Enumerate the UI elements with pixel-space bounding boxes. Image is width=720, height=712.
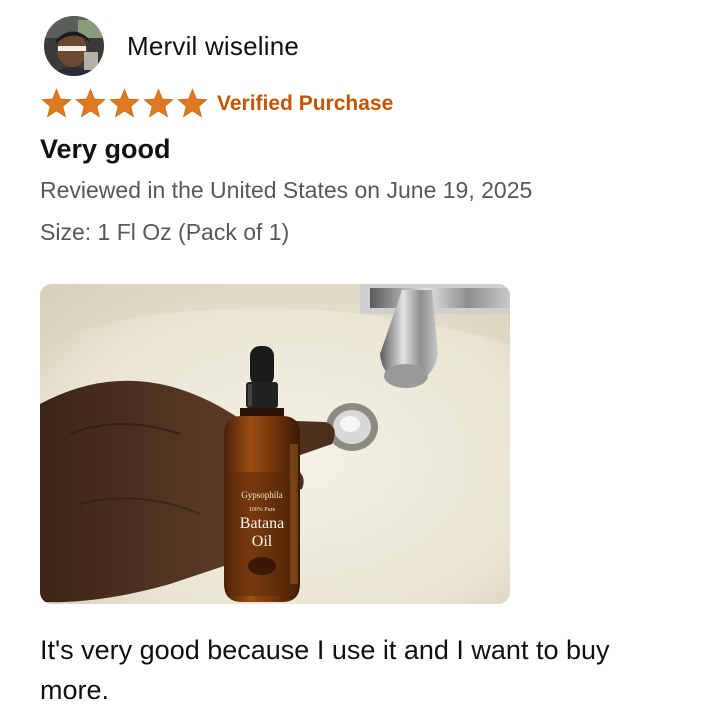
bottle-product-line1: Batana	[240, 515, 284, 532]
rating-row: Verified Purchase	[40, 88, 393, 119]
reviewer-name[interactable]: Mervil wiseline	[127, 31, 299, 62]
user-avatar-photo-icon	[44, 16, 104, 76]
star-filled-icon	[109, 88, 140, 118]
reviewer-profile[interactable]: Mervil wiseline	[44, 16, 299, 76]
avatar[interactable]	[44, 16, 104, 76]
review-date: Reviewed in the United States on June 19…	[40, 177, 533, 203]
review-variant: Size: 1 Fl Oz (Pack of 1)	[40, 219, 290, 245]
verified-purchase-badge: Verified Purchase	[217, 91, 394, 115]
review-title: Very good	[40, 134, 171, 164]
bottle-brand-label: Gypsophila	[241, 490, 283, 500]
star-rating[interactable]	[40, 88, 210, 119]
star-filled-icon	[75, 88, 106, 118]
star-filled-icon	[41, 88, 72, 118]
star-filled-icon	[177, 88, 208, 118]
star-filled-icon	[143, 88, 174, 118]
review-photo[interactable]: Gypsophila 100% Pure Batana Oil	[40, 284, 510, 604]
product-photo-image: Gypsophila 100% Pure Batana Oil	[40, 284, 510, 604]
customer-review: Mervil wiseline Verified Purchase Very g…	[0, 0, 720, 712]
bottle-product-line2: Oil	[252, 533, 273, 550]
bottle-purity-label: 100% Pure	[249, 507, 276, 513]
review-body: It's very good because I use it and I wa…	[40, 635, 610, 705]
